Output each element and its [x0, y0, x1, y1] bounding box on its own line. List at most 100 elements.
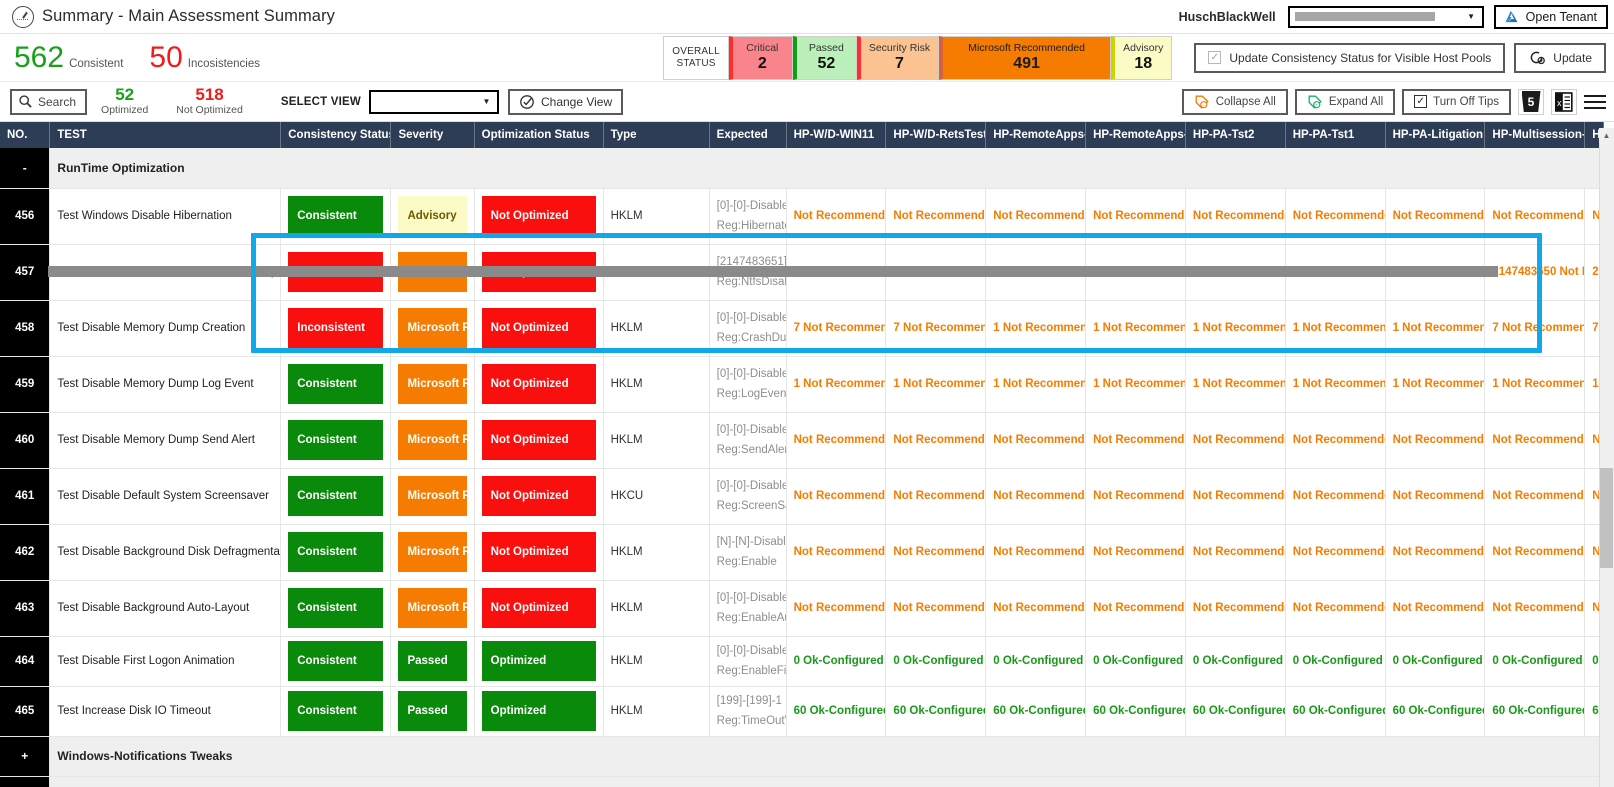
severity-cell[interactable]: Microsoft Recommend	[391, 300, 474, 356]
table-row[interactable]: 461Test Disable Default System Screensav…	[0, 468, 1604, 524]
hostpool-result-cell[interactable]: 1 Not Recommended	[986, 356, 1086, 412]
optimization-status-cell[interactable]: Optimized	[474, 636, 603, 686]
hostpool-result-cell[interactable]: Not Recommended	[886, 412, 986, 468]
hostpool-result-cell[interactable]: 1 Not Recommended	[786, 356, 886, 412]
hostpool-result-cell[interactable]: 7 Not Recommended	[786, 300, 886, 356]
hostpool-result-cell[interactable]: Not Recommended	[1285, 188, 1385, 244]
hostpool-result-cell[interactable]: 1 Not Recommended	[1285, 356, 1385, 412]
hostpool-result-cell[interactable]: Not Recommended	[1485, 468, 1585, 524]
group-expander[interactable]: +	[0, 736, 50, 776]
hostpool-result-cell[interactable]: Not Recommended	[1185, 188, 1285, 244]
hostpool-result-cell[interactable]: 0 Ok-Configured	[1285, 636, 1385, 686]
group-expander[interactable]: +	[0, 776, 50, 787]
column-header-severity[interactable]: Severity	[391, 122, 474, 148]
hostpool-result-cell[interactable]: 60 Ok-Configured	[1385, 686, 1485, 736]
column-header-consistency-status[interactable]: Consistency Status	[281, 122, 391, 148]
hostpool-result-cell[interactable]: 60 Ok-Configured	[986, 686, 1086, 736]
hostpool-result-cell[interactable]: 0 Ok-Configured	[986, 636, 1086, 686]
hostpool-result-cell[interactable]: Not Recommended	[986, 580, 1086, 636]
hostpool-result-cell[interactable]: Not Recommended	[1086, 412, 1186, 468]
hostpool-result-cell[interactable]: Not Recommended	[1385, 188, 1485, 244]
hostpool-result-cell[interactable]: Not Recommended	[986, 468, 1086, 524]
hostpool-result-cell[interactable]: 0 Ok-Configured	[1385, 636, 1485, 686]
select-view-dropdown[interactable]: ▼	[369, 90, 499, 114]
test-name[interactable]: Test Disable Background Auto-Layout	[50, 580, 281, 636]
hostpool-result-cell[interactable]: Not Recommended	[1086, 524, 1186, 580]
hostpool-result-cell[interactable]: Not Recommended	[886, 188, 986, 244]
hostpool-result-cell[interactable]: 0 Ok-Configured	[886, 636, 986, 686]
status-card-passed[interactable]: Passed 52	[793, 36, 857, 80]
consistency-status-cell[interactable]: Consistent	[281, 188, 391, 244]
hostpool-result-cell[interactable]: 1 Not Recommended	[986, 300, 1086, 356]
assessment-grid[interactable]: NO.TESTConsistency StatusSeverity Optimiz…	[0, 122, 1614, 787]
hostpool-result-cell[interactable]: Not Recommended	[986, 524, 1086, 580]
hostpool-result-cell[interactable]: Not Recommended	[1485, 524, 1585, 580]
hostpool-result-cell[interactable]: Not Recommended	[886, 524, 986, 580]
optimization-status-cell[interactable]: Optimized	[474, 686, 603, 736]
hostpool-result-cell[interactable]: Not Recommended	[786, 188, 886, 244]
table-row[interactable]: 462Test Disable Background Disk Defragme…	[0, 524, 1604, 580]
hostpool-result-cell[interactable]: 1 Not Recommended	[886, 356, 986, 412]
checkbox-icon[interactable]: ✓	[1414, 95, 1427, 108]
optimization-status-cell[interactable]: Not Optimized	[474, 300, 603, 356]
column-header-hostpool[interactable]: HP-Multisession-Tru	[1485, 122, 1585, 148]
severity-cell[interactable]: Microsoft Recommend	[391, 412, 474, 468]
open-tenant-button[interactable]: Open Tenant	[1494, 5, 1608, 29]
scroll-up-button[interactable]: ▲	[1599, 128, 1614, 143]
consistency-status-cell[interactable]: Consistent	[281, 580, 391, 636]
optimization-status-cell[interactable]: Not Optimized	[474, 412, 603, 468]
table-row[interactable]: 460Test Disable Memory Dump Send AlertCo…	[0, 412, 1604, 468]
hostpool-result-cell[interactable]: Not Recommended	[1086, 188, 1186, 244]
hostpool-result-cell[interactable]: Not Recommended	[786, 412, 886, 468]
table-row[interactable]: 459Test Disable Memory Dump Log EventCon…	[0, 356, 1604, 412]
column-header-test[interactable]: TEST	[50, 122, 281, 148]
group-expander[interactable]: -	[0, 148, 50, 188]
consistency-status-cell[interactable]: Consistent	[281, 524, 391, 580]
menu-button[interactable]	[1584, 95, 1606, 109]
hostpool-result-cell[interactable]: Not Recommended	[1285, 412, 1385, 468]
optimization-status-cell[interactable]: Not Optimized	[474, 188, 603, 244]
test-name[interactable]: Test Disable Memory Dump Creation	[50, 300, 281, 356]
optimization-status-cell[interactable]: Not Optimized	[474, 468, 603, 524]
severity-cell[interactable]: Passed	[391, 686, 474, 736]
test-name[interactable]: Test Disable Background Disk Defragmenta…	[50, 524, 281, 580]
optimization-status-cell[interactable]: Not Optimized	[474, 580, 603, 636]
hostpool-result-cell[interactable]: Not Recommended	[1185, 524, 1285, 580]
consistency-status-cell[interactable]: Consistent	[281, 412, 391, 468]
vertical-scrollbar-track[interactable]	[1599, 128, 1614, 787]
severity-cell[interactable]: Passed	[391, 636, 474, 686]
hostpool-result-cell[interactable]: 60 Ok-Configured	[1285, 686, 1385, 736]
test-name[interactable]: Test Disable First Logon Animation	[50, 636, 281, 686]
hostpool-result-cell[interactable]: 0 Ok-Configured	[1185, 636, 1285, 686]
column-header-expected[interactable]: Expected	[709, 122, 786, 148]
test-name[interactable]: Test Increase Disk IO Timeout	[50, 686, 281, 736]
group-row[interactable]: +Windows-Notifications Tweaks	[0, 736, 1604, 776]
hostpool-result-cell[interactable]: 1 Not Recommended	[1086, 300, 1186, 356]
optimization-status-cell[interactable]: Not Optimized	[474, 524, 603, 580]
export-html-button[interactable]: 5	[1518, 89, 1544, 115]
hostpool-result-cell[interactable]: Not Recommended	[1385, 580, 1485, 636]
hostpool-result-cell[interactable]: 1 Not Recommended	[1385, 300, 1485, 356]
column-header-no[interactable]: NO.	[0, 122, 50, 148]
export-excel-button[interactable]: x	[1551, 89, 1577, 115]
hostpool-result-cell[interactable]: Not Recommended	[1485, 580, 1585, 636]
hostpool-result-cell[interactable]: Not Recommended	[1285, 468, 1385, 524]
hostpool-result-cell[interactable]: Not Recommended	[1385, 524, 1485, 580]
hostpool-result-cell[interactable]: 1 Not Recommended	[1385, 356, 1485, 412]
group-row[interactable]: +Windows XBOX Tweaks	[0, 776, 1604, 787]
severity-cell[interactable]: Microsoft Recommend	[391, 468, 474, 524]
hostpool-result-cell[interactable]: 1 Not Recommended	[1285, 300, 1385, 356]
hostpool-result-cell[interactable]: Not Recommended	[986, 188, 1086, 244]
test-name[interactable]: Test Disable Default System Screensaver	[50, 468, 281, 524]
status-card-microsoft-recommended[interactable]: Microsoft Recommended 491	[939, 36, 1111, 80]
group-row[interactable]: -RunTime Optimization	[0, 148, 1604, 188]
consistency-status-cell[interactable]: Consistent	[281, 356, 391, 412]
hostpool-result-cell[interactable]: 60 Ok-Configured	[886, 686, 986, 736]
hostpool-result-cell[interactable]: Not Recommended	[1385, 468, 1485, 524]
severity-cell[interactable]: Microsoft Recommend	[391, 356, 474, 412]
hostpool-result-cell[interactable]: Not Recommended	[1086, 468, 1186, 524]
table-row[interactable]: 456Test Windows Disable HibernationConsi…	[0, 188, 1604, 244]
table-row[interactable]: 458Test Disable Memory Dump CreationInco…	[0, 300, 1604, 356]
severity-cell[interactable]: Advisory	[391, 188, 474, 244]
consistency-status-cell[interactable]: Consistent	[281, 468, 391, 524]
